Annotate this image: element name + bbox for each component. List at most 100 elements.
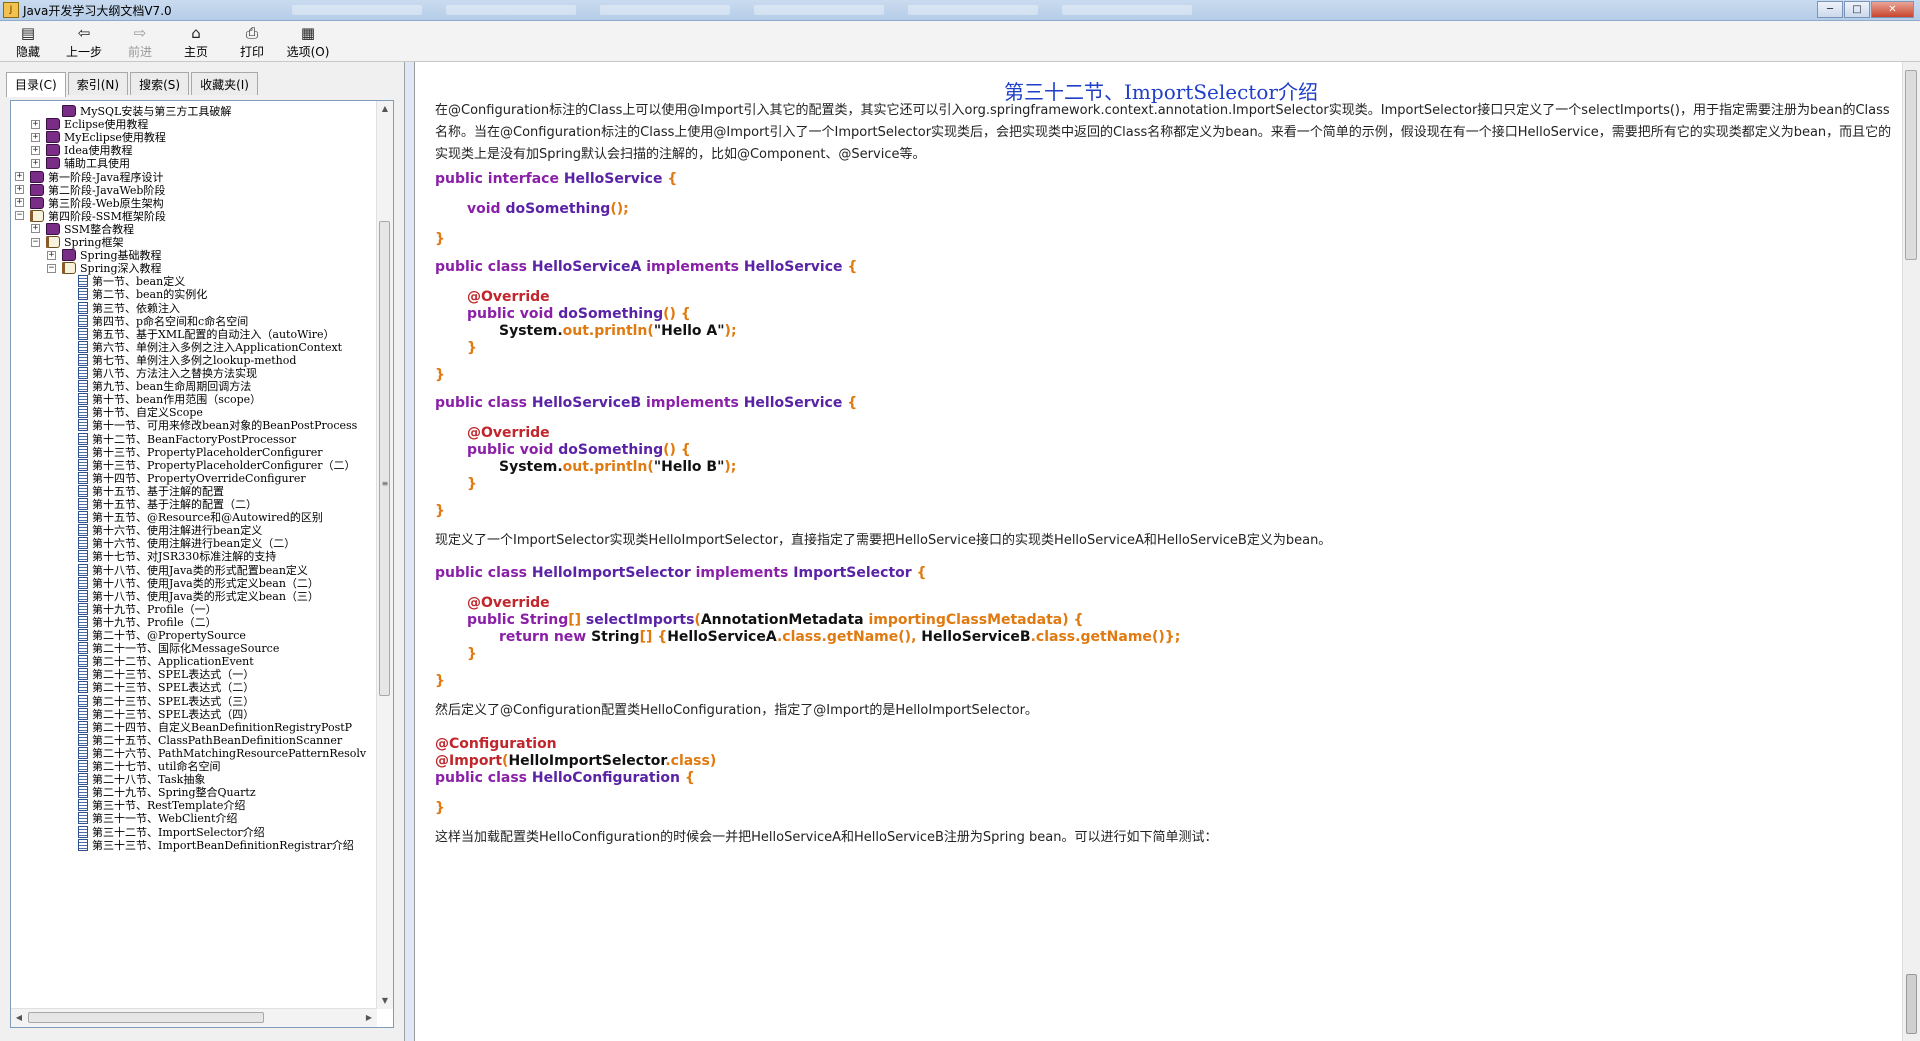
expand-icon[interactable]: + [47,250,56,260]
scroll-thumb[interactable] [28,1012,264,1023]
ghost-tab [291,5,422,15]
scroll-thumb[interactable] [1905,70,1917,260]
tree-vertical-scrollbar[interactable]: ▲ ≡ ▼ [376,101,393,1009]
printer-icon: ⎙ [245,24,258,42]
paragraph: 然后定义了@Configuration配置类HelloConfiguration… [435,703,1038,718]
title-bar: J Java开发学习大纲文档V7.0 ─ □ ✕ [0,0,1920,21]
maximize-button[interactable]: □ [1844,1,1870,18]
code-line: } [435,503,445,519]
home-button[interactable]: ⌂ 主页 [168,21,224,61]
tree-horizontal-scrollbar[interactable]: ◀ ▶ [11,1008,377,1027]
code-token: { [842,395,858,411]
minimize-button[interactable]: ─ [1817,1,1843,18]
code-token: implements [641,259,744,275]
code-token: public class [435,770,532,786]
window-title: Java开发学习大纲文档V7.0 [23,3,172,18]
back-button[interactable]: ⇦ 上一步 [56,21,112,61]
code-token: String [591,629,640,645]
code-token: HelloImportSelector [531,565,691,581]
code-token: doSomething [558,306,664,322]
options-button[interactable]: ▦ 选项(O) [280,21,336,61]
code-token: implements [641,395,744,411]
code-token: ); [724,323,737,339]
code-line: } [467,646,477,662]
code-token: [] { [639,629,668,645]
navigation-pane: 目录(C) 索引(N) 搜索(S) 收藏夹(I) MySQL安装与第三方工具破解… [0,62,405,1041]
code-line: } [467,476,477,492]
ghost-tab [1061,5,1192,15]
code-line: return new String[] {HelloServiceA.class… [499,627,1180,648]
collapse-icon[interactable]: − [31,237,40,247]
paragraph: 现定义了一个ImportSelector实现类HelloImportSelect… [435,533,1332,548]
code-line: System.out.println("Hello A"); [499,321,737,342]
window-controls: ─ □ ✕ [1816,1,1914,18]
scroll-thumb[interactable] [379,221,390,696]
expand-icon[interactable]: + [15,198,24,208]
print-button[interactable]: ⎙ 打印 [224,21,280,61]
code-token: ImportSelector [793,565,912,581]
code-token: String [519,612,569,628]
code-token: () { [663,306,691,322]
code-token: out [562,459,589,475]
content-vertical-scrollbar[interactable] [1902,62,1920,1041]
expand-icon[interactable]: + [31,224,40,234]
code-token: void [467,201,506,217]
code-token: "Hello A" [653,323,725,339]
ghost-tab [753,5,884,15]
options-icon: ▦ [300,24,316,42]
collapse-icon[interactable]: − [47,263,56,273]
code-line: } [435,673,445,689]
hide-button[interactable]: ▤ 隐藏 [0,21,56,61]
scroll-down-icon[interactable]: ▼ [377,993,393,1009]
ghost-tab [445,5,576,15]
forward-arrow-icon: ⇨ [133,24,147,42]
code-token: HelloServiceB [531,395,642,411]
code-token: getName [826,629,899,645]
code-token: return [499,629,554,645]
scroll-thumb-lower[interactable] [1906,974,1917,1034]
code-token: doSomething [558,442,664,458]
forward-button[interactable]: ⇨ 前进 [112,21,168,61]
code-token: System. [499,459,563,475]
expand-icon[interactable]: + [31,145,40,155]
tab-index[interactable]: 索引(N) [67,72,129,95]
options-label: 选项(O) [286,45,330,59]
tree-topic-item[interactable]: 第三十三节、ImportBeanDefinitionRegistrar介绍 [63,837,354,853]
nav-tabs: 目录(C) 索引(N) 搜索(S) 收藏夹(I) [6,72,260,97]
code-token: println [594,323,648,339]
code-token: HelloConfiguration [531,770,680,786]
code-token: public [467,612,520,628]
expand-icon[interactable]: + [15,172,24,181]
code-token: out [562,323,589,339]
code-token: getName [1080,629,1152,645]
code-token: HelloService [563,171,663,187]
code-token: println [594,459,648,475]
close-button[interactable]: ✕ [1871,1,1914,18]
code-token: { [911,565,927,581]
code-token: HelloImportSelector [508,753,666,769]
expand-icon[interactable]: + [31,132,40,142]
background-taskbar-ghosts [291,5,1192,15]
collapse-icon[interactable]: − [15,211,24,221]
scroll-right-icon[interactable]: ▶ [361,1009,377,1027]
tab-contents[interactable]: 目录(C) [6,72,66,97]
expand-icon[interactable]: + [15,185,24,195]
ghost-tab [907,5,1038,15]
topic-content-pane: 第三十二节、ImportSelector介绍 在@Configuration标注… [414,62,1920,1041]
scroll-left-icon[interactable]: ◀ [11,1009,27,1027]
code-line: } [435,231,445,247]
contents-tree: MySQL安装与第三方工具破解 + Eclipse使用教程 + MyEclipse使用教… [11,101,377,1009]
code-token: ); [724,459,737,475]
page-icon [78,838,88,851]
code-token: implements [690,565,794,581]
scroll-up-icon[interactable]: ▲ [377,101,393,117]
code-token: public class [435,259,532,275]
code-token: [] [568,612,586,628]
expand-icon[interactable]: + [31,158,40,168]
code-token: { [662,171,678,187]
expand-icon[interactable]: + [31,119,40,129]
tab-favorites[interactable]: 收藏夹(I) [191,72,258,95]
tab-search[interactable]: 搜索(S) [130,72,190,95]
ghost-tab [599,5,730,15]
back-arrow-icon: ⇦ [77,24,91,42]
